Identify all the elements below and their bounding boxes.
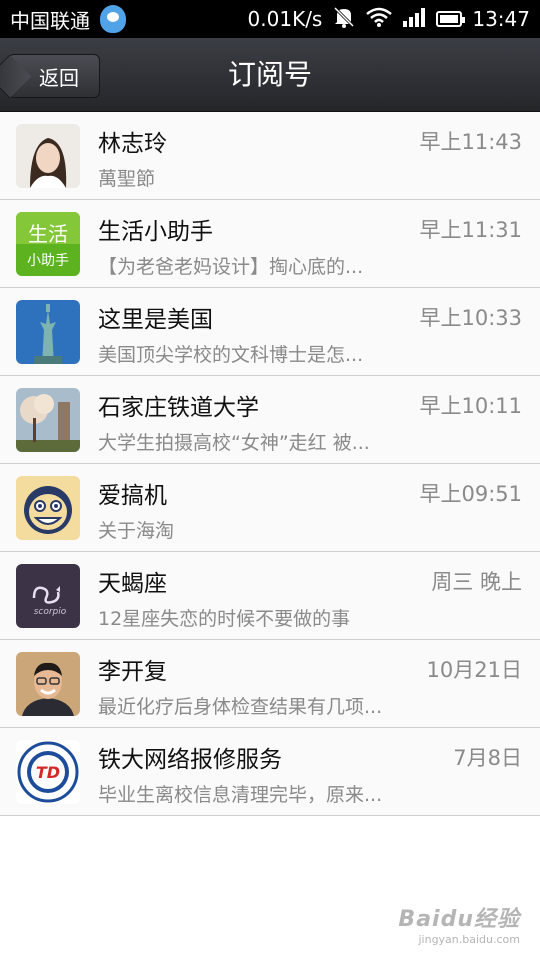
item-time: 早上11:43	[419, 130, 522, 154]
list-item[interactable]: TD 铁大网络报修服务 7月8日 毕业生离校信息清理完毕，原来...	[0, 728, 540, 816]
list-item[interactable]: 石家庄铁道大学 早上10:11 大学生拍摄高校“女神”走红 被...	[0, 376, 540, 464]
item-preview: 美国顶尖学校的文科博士是怎...	[98, 344, 364, 366]
avatar-cartoon-face	[16, 476, 80, 540]
item-preview: 萬聖節	[98, 168, 156, 190]
avatar-text: scorpio	[34, 607, 67, 617]
list-item[interactable]: 这里是美国 早上10:33 美国顶尖学校的文科博士是怎...	[0, 288, 540, 376]
avatar-campus	[16, 388, 80, 452]
avatar-statue-of-liberty	[16, 300, 80, 364]
item-name: 石家庄铁道大学	[98, 395, 259, 421]
avatar-portrait	[16, 124, 80, 188]
back-button-label: 返回	[39, 65, 79, 90]
avatar-text: 生活	[28, 222, 68, 246]
item-time: 早上10:11	[419, 394, 522, 418]
item-name: 生活小助手	[98, 219, 213, 245]
item-time: 7月8日	[453, 746, 522, 770]
battery-icon	[436, 11, 466, 27]
subscription-list: 林志玲 早上11:43 萬聖節 生活 小助手 生活小助手 早上11:31 【为老…	[0, 112, 540, 816]
watermark-main: Baidu经验	[398, 907, 520, 932]
clock: 13:47	[472, 7, 530, 31]
item-name: 天蝎座	[98, 571, 167, 597]
item-name: 铁大网络报修服务	[98, 747, 282, 773]
network-speed: 0.01K/s	[247, 7, 323, 31]
item-time: 早上11:31	[419, 218, 522, 242]
list-item[interactable]: 生活 小助手 生活小助手 早上11:31 【为老爸老妈设计】掏心底的...	[0, 200, 540, 288]
avatar-text: TD	[36, 763, 60, 782]
watermark-sub: jingyan.baidu.com	[418, 933, 520, 946]
item-time: 早上10:33	[419, 306, 522, 330]
item-name: 这里是美国	[98, 307, 213, 333]
avatar-portrait-man	[16, 652, 80, 716]
list-item[interactable]: scorpio 天蝎座 周三 晚上 12星座失恋的时候不要做的事	[0, 552, 540, 640]
avatar-scorpio: scorpio	[16, 564, 80, 628]
item-time: 周三 晚上	[431, 570, 522, 594]
item-preview: 最近化疗后身体检查结果有几项...	[98, 696, 383, 718]
status-bar: 中国联通 0.01K/s 13:47	[0, 0, 540, 38]
signal-icon	[402, 7, 426, 32]
mute-icon	[332, 6, 356, 33]
avatar-life-helper: 生活 小助手	[16, 212, 80, 276]
item-time: 早上09:51	[419, 482, 522, 506]
item-preview: 大学生拍摄高校“女神”走红 被...	[98, 432, 370, 454]
list-item[interactable]: 爱搞机 早上09:51 关于海淘	[0, 464, 540, 552]
item-preview: 12星座失恋的时候不要做的事	[98, 608, 351, 630]
carrier-label: 中国联通	[10, 8, 90, 33]
item-name: 爱搞机	[98, 483, 167, 509]
item-time: 10月21日	[426, 658, 522, 682]
avatar-text: 小助手	[27, 253, 69, 269]
item-name: 林志玲	[98, 131, 167, 157]
item-name: 李开复	[98, 659, 167, 685]
back-button[interactable]: 返回	[8, 54, 100, 98]
list-item[interactable]: 林志玲 早上11:43 萬聖節	[0, 112, 540, 200]
item-preview: 【为老爸老妈设计】掏心底的...	[98, 256, 364, 278]
wifi-icon	[366, 7, 393, 32]
avatar-td-logo: TD	[16, 740, 80, 804]
title-bar: 订阅号 返回	[0, 38, 540, 112]
item-preview: 关于海淘	[98, 520, 175, 542]
watermark: Baidu经验 jingyan.baidu.com	[398, 901, 520, 946]
list-item[interactable]: 李开复 10月21日 最近化疗后身体检查结果有几项...	[0, 640, 540, 728]
qq-icon	[100, 5, 126, 33]
item-preview: 毕业生离校信息清理完毕，原来...	[98, 784, 383, 806]
